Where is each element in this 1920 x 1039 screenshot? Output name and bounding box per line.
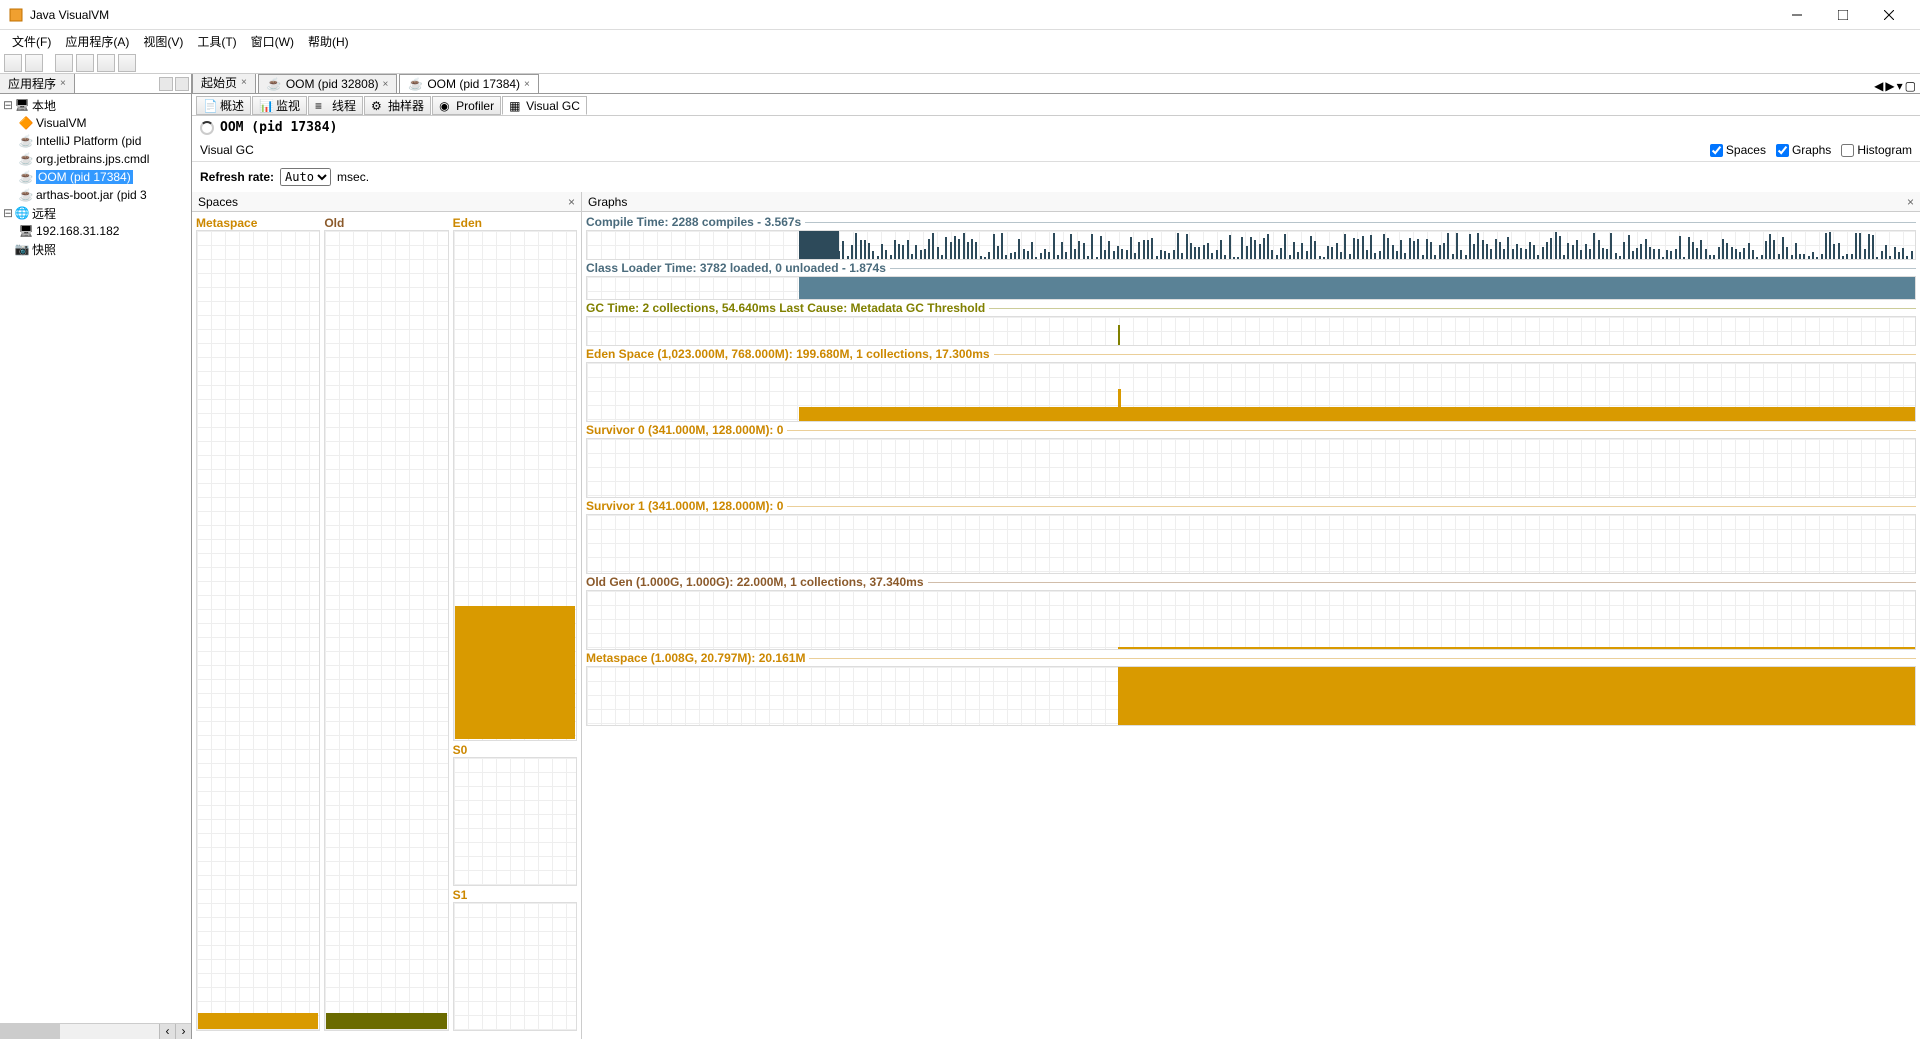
menu-file[interactable]: 文件(F): [6, 31, 57, 52]
tree-item[interactable]: VisualVM: [36, 116, 86, 130]
refresh-unit: msec.: [337, 170, 369, 184]
refresh-label: Refresh rate:: [200, 170, 274, 184]
menu-help[interactable]: 帮助(H): [302, 31, 355, 52]
sidebar-tab[interactable]: 应用程序×: [0, 74, 75, 93]
sidebar-btn[interactable]: [159, 77, 173, 91]
vm-icon: 🔶: [18, 115, 34, 131]
menu-window[interactable]: 窗口(W): [245, 31, 300, 52]
editor-tabs: 起始页× ☕OOM (pid 32808)× ☕OOM (pid 17384)×…: [192, 74, 1920, 94]
tree-item[interactable]: 192.168.31.182: [36, 224, 119, 238]
tree-item[interactable]: org.jetbrains.jps.cmdl: [36, 152, 149, 166]
subtab-visualgc[interactable]: ▦Visual GC: [502, 96, 587, 115]
tree-item-selected[interactable]: OOM (pid 17384): [36, 170, 133, 184]
close-icon[interactable]: ×: [383, 79, 389, 90]
tab-next-icon[interactable]: ▶: [1885, 79, 1894, 93]
subtabs: 📄概述 📊监视 ≡线程 ⚙抽样器 ◉Profiler ▦Visual GC: [192, 94, 1920, 116]
host-icon: 🖥: [14, 97, 30, 113]
toolbar-button[interactable]: [97, 54, 115, 72]
tree-local[interactable]: 本地: [32, 97, 56, 114]
visualgc-icon: ▦: [509, 99, 523, 113]
menu-tools[interactable]: 工具(T): [191, 31, 242, 52]
close-icon[interactable]: ×: [241, 77, 247, 88]
close-button[interactable]: [1866, 0, 1912, 30]
sidebar-btn[interactable]: [175, 77, 189, 91]
close-icon[interactable]: ×: [1907, 195, 1914, 209]
app-tree[interactable]: ⊟🖥本地 🔶VisualVM ☕IntelliJ Platform (pid ☕…: [0, 94, 191, 1023]
minimize-button[interactable]: [1774, 0, 1820, 30]
threads-icon: ≡: [315, 99, 329, 113]
section-title: Visual GC: [200, 143, 254, 157]
app-icon: [8, 7, 24, 23]
sidebar-scrollbar[interactable]: ‹›: [0, 1023, 191, 1039]
tree-item[interactable]: IntelliJ Platform (pid: [36, 134, 141, 148]
cb-spaces[interactable]: Spaces: [1710, 143, 1766, 157]
toolbar-button[interactable]: [76, 54, 94, 72]
remote-icon: 🌐: [14, 205, 30, 221]
tab-oom-17384[interactable]: ☕OOM (pid 17384)×: [399, 74, 539, 93]
page-title: OOM (pid 17384): [220, 120, 337, 135]
menubar: 文件(F) 应用程序(A) 视图(V) 工具(T) 窗口(W) 帮助(H): [0, 30, 1920, 52]
tree-remote[interactable]: 远程: [32, 205, 56, 222]
tab-menu-icon[interactable]: ▾: [1897, 79, 1903, 93]
tab-start[interactable]: 起始页×: [192, 74, 256, 93]
subtab-threads[interactable]: ≡线程: [308, 96, 363, 115]
spaces-title: Spaces: [198, 195, 238, 209]
toolbar: [0, 52, 1920, 74]
overview-icon: 📄: [203, 99, 217, 113]
close-icon[interactable]: ×: [568, 195, 575, 209]
java-icon: ☕: [18, 187, 34, 203]
toolbar-button[interactable]: [55, 54, 73, 72]
loading-icon: [200, 121, 214, 135]
toolbar-button[interactable]: [118, 54, 136, 72]
maximize-button[interactable]: [1820, 0, 1866, 30]
tree-item[interactable]: arthas-boot.jar (pid 3: [36, 188, 147, 202]
host-icon: 🖥: [18, 223, 34, 239]
menu-app[interactable]: 应用程序(A): [59, 31, 135, 52]
toolbar-button[interactable]: [4, 54, 22, 72]
close-icon[interactable]: ×: [524, 79, 530, 90]
sidebar: 应用程序× ⊟🖥本地 🔶VisualVM ☕IntelliJ Platform …: [0, 74, 192, 1039]
java-icon: ☕: [18, 133, 34, 149]
monitor-icon: 📊: [259, 99, 273, 113]
java-icon: ☕: [267, 77, 282, 91]
java-icon: ☕: [18, 151, 34, 167]
profiler-icon: ◉: [439, 99, 453, 113]
tab-prev-icon[interactable]: ◀: [1874, 79, 1883, 93]
subtab-monitor[interactable]: 📊监视: [252, 96, 307, 115]
cb-graphs[interactable]: Graphs: [1776, 143, 1831, 157]
tab-oom-32808[interactable]: ☕OOM (pid 32808)×: [258, 74, 398, 93]
close-icon[interactable]: ×: [60, 78, 66, 89]
refresh-select[interactable]: Auto: [280, 168, 331, 186]
subtab-sampler[interactable]: ⚙抽样器: [364, 96, 431, 115]
java-icon: ☕: [18, 169, 34, 185]
cb-histogram[interactable]: Histogram: [1841, 143, 1912, 157]
snapshot-icon: 📷: [14, 241, 30, 257]
tree-snapshot[interactable]: 快照: [32, 241, 56, 258]
sampler-icon: ⚙: [371, 99, 385, 113]
subtab-profiler[interactable]: ◉Profiler: [432, 96, 501, 115]
titlebar: Java VisualVM: [0, 0, 1920, 30]
menu-view[interactable]: 视图(V): [137, 31, 189, 52]
java-icon: ☕: [408, 77, 423, 91]
subtab-overview[interactable]: 📄概述: [196, 96, 251, 115]
window-title: Java VisualVM: [30, 8, 109, 22]
graphs-title: Graphs: [588, 195, 627, 209]
tab-max-icon[interactable]: ▢: [1905, 79, 1916, 93]
toolbar-button[interactable]: [25, 54, 43, 72]
